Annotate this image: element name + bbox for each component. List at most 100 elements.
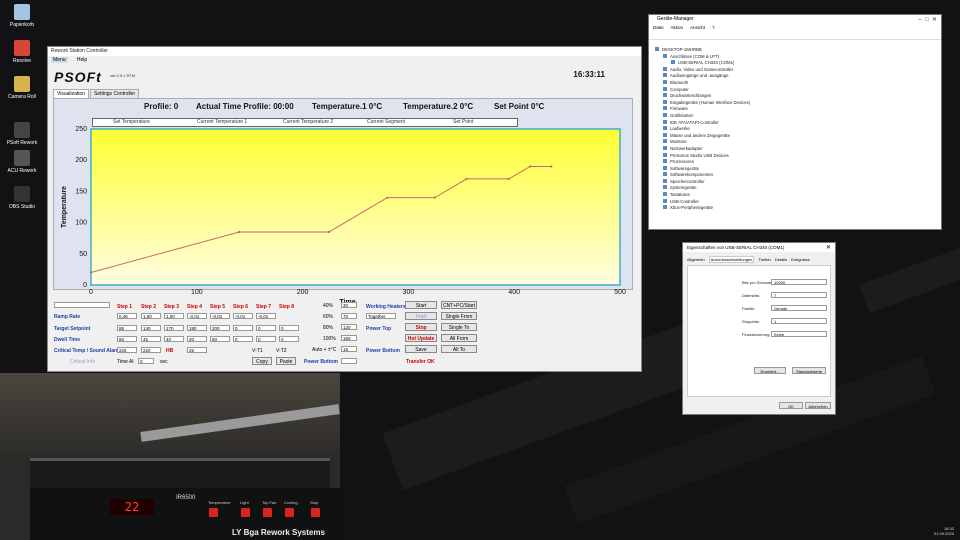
all-from-button[interactable]: All From <box>441 334 477 342</box>
advanced-button[interactable]: Erweitert... <box>754 367 786 374</box>
t2-checkbox[interactable]: V-T2 <box>276 348 287 354</box>
stop-button[interactable]: Stop <box>405 323 437 331</box>
single-to-button[interactable]: Single To <box>441 323 477 331</box>
step-value-field[interactable]: 20 <box>187 336 207 342</box>
device-tree-item[interactable]: Systemgeräte <box>655 185 750 192</box>
device-tree-item[interactable]: USB-Controller <box>655 198 750 206</box>
menu-item-help[interactable]: ? <box>712 25 715 30</box>
setting-select[interactable]: Keine <box>771 331 827 337</box>
power-value-field[interactable]: 70 <box>341 313 357 319</box>
step-value-field[interactable]: 80 <box>117 336 137 342</box>
device-tree-item[interactable]: Tastaturen <box>655 192 750 199</box>
device-tree-item[interactable]: Speichercontroller <box>655 178 750 186</box>
setting-select[interactable]: 1 <box>771 318 827 324</box>
save-button[interactable]: Save <box>405 345 437 353</box>
copy-button[interactable]: Copy <box>252 357 272 365</box>
device-tree-item[interactable]: Softwaregeräte <box>655 165 750 173</box>
device-tree-item[interactable]: Xbox-Peripheriegeräte <box>655 205 750 212</box>
setting-select[interactable]: 19200 <box>771 279 827 285</box>
step-value-field[interactable]: -0,01 <box>187 313 207 319</box>
power-bottom-select[interactable] <box>341 358 357 364</box>
timeal-field[interactable]: 0 <box>138 358 154 364</box>
device-tree-item[interactable]: Prozessoren <box>655 159 750 166</box>
setting-select[interactable]: Gerade <box>771 305 827 311</box>
step-value-field[interactable]: -0,01 <box>233 313 253 319</box>
menu-item-menu[interactable]: Menu <box>51 57 68 63</box>
step-value-field[interactable]: 0 <box>279 336 299 342</box>
power-value-field[interactable]: 160 <box>341 335 357 341</box>
auto-field[interactable]: 15 <box>341 346 357 352</box>
step-value-field[interactable]: 190 <box>187 325 207 331</box>
props-tab[interactable]: Allgemein <box>687 257 705 262</box>
step-value-field[interactable]: 0 <box>233 336 253 342</box>
all-to-button[interactable]: All To <box>441 345 477 353</box>
props-tab[interactable]: Treiber <box>758 257 771 262</box>
step-value-field[interactable]: 0 <box>256 336 276 342</box>
desktop-icon[interactable]: Papierkorb <box>4 4 40 28</box>
device-tree-item[interactable]: Bluetooth <box>655 79 750 87</box>
step-value-field[interactable]: 1,00 <box>164 313 184 319</box>
step-value-field[interactable]: -0,01 <box>210 313 230 319</box>
step-value-field[interactable]: 85 <box>117 325 137 331</box>
device-tree-item[interactable]: Audio, Video und Gamecontroller <box>655 66 750 74</box>
step-value-field[interactable]: 0 <box>233 325 253 331</box>
cnt-pc-start-button[interactable]: CNT+PC/Start <box>441 301 477 309</box>
props-tab[interactable]: Ereignisse <box>791 257 810 262</box>
desktop-icon[interactable]: ACU Rework <box>4 150 40 174</box>
menu-item-aktion[interactable]: Aktion <box>671 25 684 30</box>
device-tree-item[interactable]: Computer <box>655 86 750 94</box>
menu-item-ansicht[interactable]: Ansicht <box>690 25 705 30</box>
maximize-icon[interactable]: □ <box>925 17 929 23</box>
properties-dialog[interactable]: Eigenschaften von USB-SERIAL CH340 (COM1… <box>682 242 836 415</box>
device-tree-item[interactable]: Netzwerkadapter <box>655 145 750 153</box>
step-value-field[interactable]: 200 <box>210 325 230 331</box>
menu-item-help[interactable]: Help <box>77 57 87 63</box>
defaults-button[interactable]: Standardwerte <box>792 367 826 374</box>
device-tree-item[interactable]: Monitore <box>655 139 750 146</box>
start-button[interactable]: Start <box>405 301 437 309</box>
heaters-select[interactable]: Together <box>366 313 396 319</box>
paste-button[interactable]: Paste <box>276 357 296 365</box>
step-value-field[interactable]: 140 <box>141 325 161 331</box>
step-value-field[interactable]: 50 <box>210 336 230 342</box>
step-value-field[interactable]: -0,01 <box>256 313 276 319</box>
device-tree-item[interactable]: Mäuse und andere Zeigegeräte <box>655 132 750 140</box>
device-tree-item[interactable]: Laufwerke <box>655 126 750 133</box>
minimize-icon[interactable]: – <box>918 17 921 23</box>
step-value-field[interactable]: 45 <box>141 336 161 342</box>
close-icon[interactable]: ✕ <box>932 17 937 23</box>
step-value-field[interactable]: 40 <box>164 336 184 342</box>
hb-field[interactable]: 25 <box>187 347 207 353</box>
menu-item-datei[interactable]: Datei <box>653 25 664 30</box>
props-tab[interactable]: Details <box>775 257 787 262</box>
hot-update-button[interactable]: Hot Update <box>405 334 437 342</box>
device-tree-item[interactable]: Grafikkarten <box>655 112 750 120</box>
step-value-field[interactable]: 225 <box>117 347 137 353</box>
desktop-icon[interactable]: OBS Studio <box>4 186 40 210</box>
step-value-field[interactable]: 1,00 <box>141 313 161 319</box>
device-tree-item[interactable]: PreSonus Studio USB Devices <box>655 152 750 160</box>
step-value-field[interactable]: 0 <box>256 325 276 331</box>
device-tree-item[interactable]: Druckwarteschlangen <box>655 93 750 100</box>
power-value-field[interactable]: 30 <box>341 302 357 308</box>
device-tree-item[interactable]: Softwarekomponenten <box>655 172 750 179</box>
props-tab[interactable]: Anschlusseinstellungen <box>708 256 755 263</box>
cancel-button[interactable]: Abbrechen <box>805 402 831 409</box>
t1-checkbox[interactable]: V-T1 <box>252 348 263 354</box>
profile-select[interactable] <box>54 302 110 308</box>
device-tree-item[interactable]: Anschlüsse (COM & LPT) <box>655 53 750 61</box>
device-tree-item[interactable]: Eingabegeräte (Human Interface Devices) <box>655 99 750 107</box>
step-value-field[interactable]: 0 <box>279 325 299 331</box>
step-value-field[interactable]: 0,46 <box>117 313 137 319</box>
desktop-icon[interactable]: PSoft Rework <box>4 122 40 146</box>
desktop-icon[interactable]: Resolve <box>4 40 40 64</box>
desktop-icon[interactable]: Camera Roll <box>4 76 40 100</box>
device-tree-item[interactable]: USB-SERIAL CH340 (COM1) <box>655 60 750 67</box>
step-value-field[interactable]: 220 <box>141 347 161 353</box>
ok-button[interactable]: OK <box>779 402 803 409</box>
rework-window[interactable]: Rework Station Controller Menu Help PSOF… <box>47 46 642 372</box>
device-tree-item[interactable]: Audioeingänge und -ausgänge <box>655 73 750 80</box>
single-from-button[interactable]: Single From <box>441 312 477 320</box>
setting-select[interactable]: 7 <box>771 292 827 298</box>
power-value-field[interactable]: 120 <box>341 324 357 330</box>
